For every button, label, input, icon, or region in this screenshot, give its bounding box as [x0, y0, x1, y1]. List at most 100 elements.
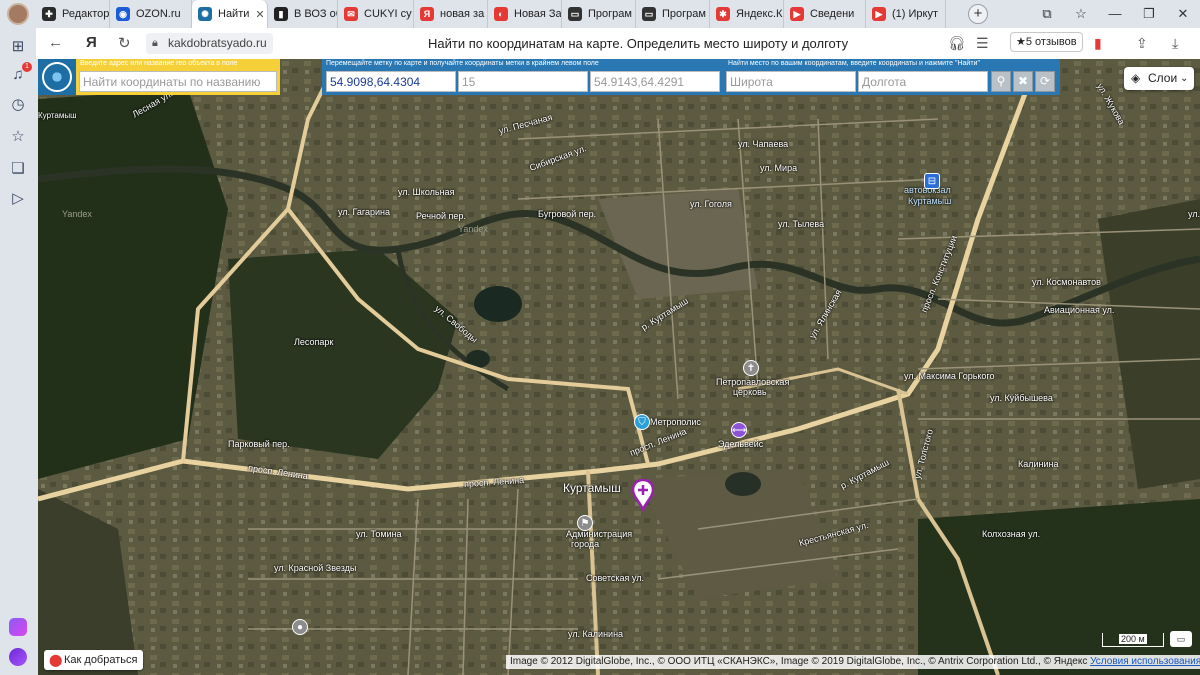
map-label-town: Куртамыш: [563, 481, 621, 495]
marker-coords-field[interactable]: [326, 71, 456, 92]
bookmarks-icon[interactable]: ☆: [1064, 0, 1098, 28]
tab-label: новая за: [440, 8, 485, 20]
school-icon[interactable]: ●: [292, 619, 308, 635]
map-label-kolkhoznaya: Колхозная ул.: [982, 529, 1041, 539]
map-label-admin-2: города: [571, 539, 600, 549]
map-label-aviatsionnaya: Авиационная ул.: [1044, 305, 1115, 315]
church-icon[interactable]: ✝: [743, 360, 759, 376]
profile-avatar[interactable]: [7, 3, 29, 25]
reload-icon[interactable]: ↻: [118, 34, 131, 52]
messenger-icon[interactable]: [9, 618, 27, 636]
copyright-text: Image © 2012 DigitalGlobe, Inc., © ООО И…: [510, 656, 1088, 667]
browser-tab[interactable]: ✚ Редактор: [36, 0, 110, 28]
browser-tab[interactable]: ◐ Новая За: [488, 0, 562, 28]
reviews-badge[interactable]: ★5 отзывов: [1010, 32, 1083, 52]
tab-label: (1) Иркут: [892, 8, 938, 20]
browser-tab[interactable]: ◉ OZON.ru: [110, 0, 192, 28]
chevron-down-icon: ⌄: [1180, 73, 1189, 84]
browser-tab[interactable]: Яновая за: [414, 0, 488, 28]
map-watermark-1: Yandex: [62, 209, 92, 219]
tab-label: Найти: [218, 8, 250, 20]
map-label-kosmonavtov: ул. Космонавтов: [1032, 277, 1101, 287]
tab-favicon-icon: ◐: [494, 7, 508, 21]
ruler-icon[interactable]: ▭: [1170, 631, 1192, 647]
map-label-sovetskaya: Советская ул.: [586, 573, 644, 583]
map-label-church-1: Петропавловская: [716, 377, 790, 387]
entertainment-icon[interactable]: ⟷: [731, 422, 747, 438]
map-label-mira: ул. Мира: [760, 163, 798, 173]
browser-tab[interactable]: ▭ Програм: [636, 0, 710, 28]
grid-apps-icon[interactable]: ⊞: [9, 38, 27, 56]
close-tab-icon[interactable]: ✕: [255, 8, 264, 21]
favorites-star-icon[interactable]: ☆: [9, 128, 27, 146]
browser-tab[interactable]: ▭ Програм: [562, 0, 636, 28]
minimize-button[interactable]: —: [1098, 0, 1132, 28]
map-label-rechnoy: Речной пер.: [416, 211, 466, 221]
notification-badge: 1: [22, 62, 32, 72]
name-search-hint: Введите адрес или название гео объекта в…: [80, 60, 238, 67]
layers-button[interactable]: ◈ Слои ⌄: [1124, 67, 1194, 90]
admin-flag-icon[interactable]: ⚑: [577, 515, 593, 531]
coordinate-marker-pin-icon[interactable]: [632, 479, 654, 511]
lock-icon: 🔒︎: [152, 37, 158, 49]
map-label-church-2: церковь: [733, 387, 767, 397]
zoom-field[interactable]: [458, 71, 588, 92]
map-label-gorkogo: ул. Максима Горького: [904, 371, 995, 381]
tab-favicon-icon: ▭: [642, 7, 656, 21]
map-label-parkovy: Парковый пер.: [228, 439, 290, 449]
route-button-label: Как добраться: [64, 654, 138, 666]
headphones-icon[interactable]: 🎧︎: [948, 35, 966, 52]
reader-mode-icon[interactable]: ☰: [976, 35, 989, 52]
tab-favicon-icon: ✚: [42, 7, 56, 21]
address-bar: ← Я ↻ 🔒︎ kakdobratsyado.ru Найти по коор…: [36, 28, 1200, 59]
route-button[interactable]: ⬤ Как добраться: [44, 650, 144, 670]
map-label-kalinina: ул. Калинина: [568, 629, 624, 639]
site-logo[interactable]: [38, 59, 76, 95]
browser-tab[interactable]: ▶ (1) Иркут: [866, 0, 946, 28]
browser-tab[interactable]: ✉ CUKYI су: [338, 0, 414, 28]
close-window-button[interactable]: ✕: [1166, 0, 1200, 28]
browser-tab[interactable]: ✺ Найти ✕: [192, 0, 268, 28]
satellite-map[interactable]: Куртамыш Лесопарк автовокзал Куртамыш Пе…: [38, 59, 1200, 675]
share-icon[interactable]: ⇪: [1136, 35, 1148, 52]
page-title: Найти по координатам на карте. Определит…: [428, 36, 849, 51]
shopping-basket-icon[interactable]: ⛉: [634, 414, 650, 430]
tab-label: CUKYI су: [364, 8, 412, 20]
longitude-input[interactable]: [858, 71, 988, 92]
browser-tab[interactable]: ✱ Яндекс.К: [710, 0, 784, 28]
bus-station-icon[interactable]: ⊟: [924, 173, 940, 189]
alice-assistant-icon[interactable]: [9, 648, 27, 666]
map-label-krasnoy-zvezdy: ул. Красной Звезды: [274, 563, 357, 573]
browser-tab[interactable]: ▮ В ВОЗ об: [268, 0, 338, 28]
name-search-input[interactable]: [79, 71, 277, 92]
refresh-icon[interactable]: ⟳: [1035, 71, 1055, 92]
map-label-admin-1: Администрация: [566, 529, 633, 539]
downloads-icon[interactable]: ⧉: [1030, 0, 1064, 28]
yandex-logo-icon[interactable]: Я: [86, 34, 97, 51]
back-arrow-icon[interactable]: ←: [48, 34, 63, 51]
tab-label: Яндекс.К: [736, 8, 783, 20]
collections-icon[interactable]: ❏: [9, 160, 27, 178]
download-icon[interactable]: ⤓: [1172, 35, 1178, 52]
play-icon[interactable]: ▷: [9, 190, 27, 208]
map-label-tyleva: ул. Тылева: [778, 219, 825, 229]
browser-tab[interactable]: ▶ Сведени: [784, 0, 866, 28]
clear-icon[interactable]: ✖: [1013, 71, 1033, 92]
tab-favicon-icon: Я: [420, 7, 434, 21]
new-tab-button[interactable]: +: [968, 4, 988, 24]
map-label-edelweiss: Эдельвейс: [718, 439, 764, 449]
scale-label: 200 м: [1119, 634, 1147, 644]
search-icon[interactable]: ⚲: [991, 71, 1011, 92]
map-copyright: Image © 2012 DigitalGlobe, Inc., © ООО И…: [506, 655, 1200, 669]
terms-link[interactable]: Условия использования: [1090, 656, 1200, 667]
url-field[interactable]: 🔒︎ kakdobratsyado.ru: [146, 33, 273, 54]
tab-label: Програм: [662, 8, 706, 20]
map-label-kuibysheva: ул. Куйбышева: [990, 393, 1053, 403]
tab-strip: ✚ Редактор ◉ OZON.ru ✺ Найти ✕ ▮ В ВОЗ об ✉ CUKYI …: [36, 0, 946, 28]
corner-coords-field[interactable]: [590, 71, 720, 92]
restore-button[interactable]: ❐: [1132, 0, 1166, 28]
latitude-input[interactable]: [726, 71, 856, 92]
tab-label: В ВОЗ об: [294, 8, 338, 20]
bookmark-icon[interactable]: ▮: [1094, 35, 1102, 52]
history-clock-icon[interactable]: ◷: [9, 96, 27, 114]
